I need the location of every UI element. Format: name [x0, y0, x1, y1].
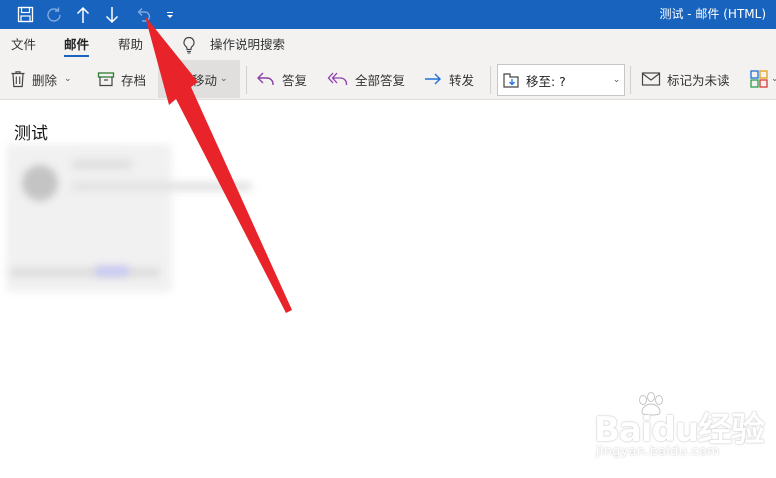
ribbon-divider [246, 66, 247, 94]
delete-button[interactable]: 删除 ⌄ [10, 60, 72, 98]
archive-button[interactable]: 存档 [97, 60, 146, 98]
move-label: 移动 [192, 72, 218, 88]
mark-unread-label: 标记为未读 [667, 72, 730, 88]
next-item-button[interactable] [101, 0, 123, 29]
mark-unread-button[interactable]: 标记为未读 [641, 60, 730, 98]
save-button[interactable] [13, 0, 37, 29]
move-to-label: 移至: ? [526, 73, 566, 89]
tab-message[interactable]: 邮件 [64, 29, 90, 60]
lightbulb-icon [183, 36, 195, 54]
ribbon: 删除 ⌄ 存档 移动 ⌄ 答复 全部答复 转发 标记为未读 ⌄ [0, 60, 776, 100]
delete-icon [11, 71, 25, 88]
avatar [22, 165, 58, 201]
mark-unread-icon [641, 72, 661, 86]
forward-icon [425, 73, 441, 85]
ribbon-divider [490, 66, 491, 94]
blurred-recipient [72, 182, 252, 191]
window-title: 测试 - 邮件 (HTML) [659, 7, 766, 21]
move-button[interactable]: 移动 ⌄ [158, 60, 240, 98]
delete-label: 删除 [32, 72, 58, 88]
chevron-down-icon[interactable]: ⌄ [64, 74, 72, 84]
reply-button[interactable]: 答复 [256, 60, 307, 98]
previous-item-button[interactable] [72, 0, 94, 29]
chevron-down-icon[interactable]: ⌄ [771, 74, 776, 84]
reply-all-button[interactable]: 全部答复 [327, 60, 405, 98]
blurred-sender [72, 160, 132, 169]
archive-icon [97, 72, 115, 87]
undo-button[interactable] [131, 0, 155, 29]
move-to-dropdown[interactable]: ⌄ [609, 64, 625, 96]
message-subject: 测试 [14, 124, 48, 144]
title-bar: 测试 - 邮件 (HTML) [0, 0, 776, 29]
forward-label: 转发 [449, 72, 475, 88]
blurred-body-text [10, 268, 160, 277]
tab-file[interactable]: 文件 [11, 29, 36, 60]
customize-toolbar-icon [167, 11, 173, 18]
reply-label: 答复 [282, 72, 308, 88]
forward-button[interactable]: 转发 [423, 60, 474, 98]
move-icon [172, 72, 186, 86]
customize-toolbar-button[interactable] [162, 0, 178, 29]
chevron-down-icon[interactable]: ⌄ [220, 74, 228, 84]
blurred-link [95, 266, 129, 276]
redo-icon [47, 7, 61, 22]
reply-icon [257, 72, 274, 85]
redo-button[interactable] [42, 0, 66, 29]
chevron-down-icon: ⌄ [612, 75, 621, 85]
archive-label: 存档 [121, 72, 147, 88]
move-to-icon [503, 73, 519, 88]
apps-icon [750, 70, 768, 88]
save-icon [17, 6, 33, 23]
apps-button[interactable]: ⌄ [750, 60, 776, 98]
tell-me-search[interactable]: 操作说明搜索 [210, 29, 285, 60]
reply-all-label: 全部答复 [355, 72, 406, 88]
move-to-box[interactable]: 移至: ? [497, 64, 610, 96]
reply-all-icon [327, 72, 348, 85]
tab-help[interactable]: 帮助 [118, 29, 143, 60]
down-arrow-icon [105, 6, 119, 23]
watermark-url: jingyan.baidu.com [596, 443, 720, 458]
menu-bar: 文件 邮件 帮助 操作说明搜索 [0, 29, 776, 60]
undo-icon [137, 7, 151, 22]
up-arrow-icon [76, 6, 90, 23]
ribbon-divider [630, 66, 631, 94]
